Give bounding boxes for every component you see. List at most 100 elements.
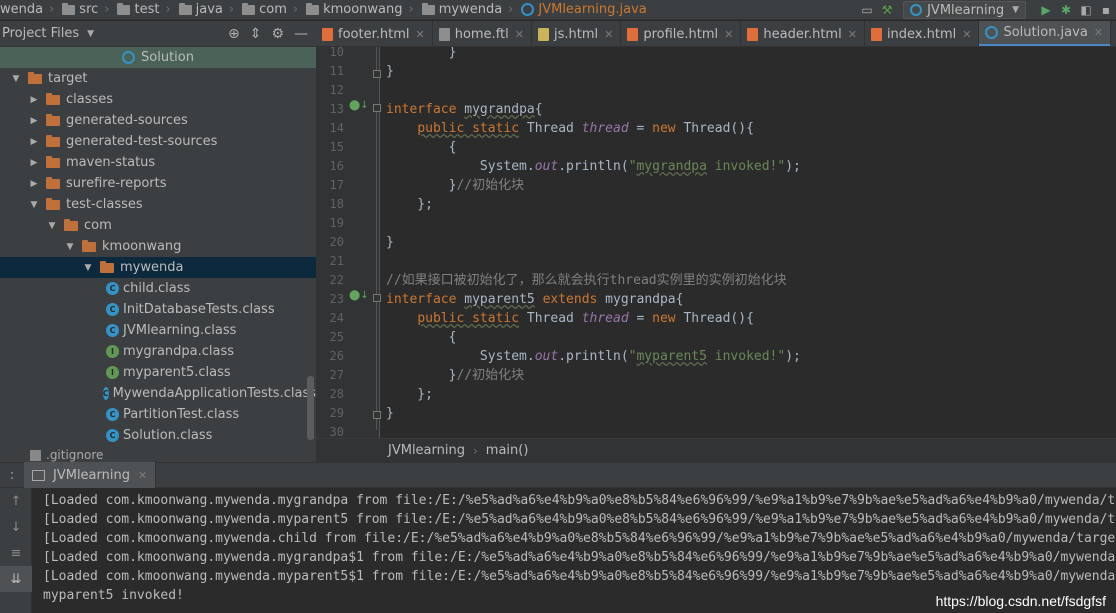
crumb-com[interactable]: com › [236,0,300,20]
tree-item[interactable]: ▼ target [0,68,316,89]
chevron-right-icon[interactable]: ▶ [28,158,40,168]
build-hammer-icon[interactable]: ⚒ [877,0,897,20]
solution-node[interactable]: Solution [0,47,316,68]
editor-tab[interactable]: index.html ✕ [865,21,980,46]
toolbar-right: ▭ ⚒ JVMlearning ▼ ▶ ✱ ◧ ▪ [857,0,1116,20]
gear-icon[interactable]: ⚙ [271,26,284,42]
close-icon[interactable]: ✕ [724,28,733,41]
crumb-active-file[interactable]: JVMlearning.java [515,0,648,20]
crumb-separator-icon: › [49,2,55,17]
tree-item[interactable]: C PartitionTest.class [0,404,316,425]
tree-item-label: maven-status [66,155,156,170]
chevron-down-icon[interactable]: ▼ [46,221,58,231]
breadcrumb-class[interactable]: JVMlearning [388,443,465,458]
tree-item-label: MywendaApplicationTests.class [112,386,316,401]
run-tab[interactable]: JVMlearning ✕ [24,462,157,488]
project-view-selector[interactable]: Project Files [2,26,79,41]
console-output[interactable]: [Loaded com.kmoonwang.mywenda.mygrandpa … [43,488,1116,605]
tree-item[interactable]: ▼ kmoonwang [0,236,316,257]
chevron-down-icon[interactable]: ▼ [10,74,22,84]
tree-item[interactable]: C InitDatabaseTests.class [0,299,316,320]
close-icon[interactable]: ✕ [1094,26,1103,39]
locate-icon[interactable]: ⊕ [228,26,240,42]
chevron-right-icon[interactable]: ▶ [28,116,40,126]
back-icon[interactable]: ▭ [857,0,877,20]
tree-item[interactable]: ▶ classes [0,89,316,110]
tree-item-label: surefire-reports [66,176,167,191]
chevron-down-icon[interactable]: ▼ [87,29,94,39]
implemented-marker-icon[interactable]: ⬤↓ [349,290,369,301]
editor-tab[interactable]: js.html ✕ [532,21,622,46]
chevron-right-icon[interactable]: ▶ [28,179,40,189]
tree-item[interactable]: ▶ generated-sources [0,110,316,131]
tree-item[interactable]: Imygrandpa.class [0,341,316,362]
code-editor[interactable]: ⬤↓ ⬤↓ 10 } 11} 12 13 interface mygrandpa{14 … [316,47,1116,438]
run-label-icon: : [9,467,15,483]
stop-icon[interactable]: ▪ [1096,0,1116,20]
crumb-java[interactable]: java › [173,0,236,20]
close-icon[interactable]: ✕ [138,469,147,482]
run-side-toolbar: ↑ ↓ ≡ ⇊ [0,488,32,613]
crumb-test[interactable]: test › [111,0,172,20]
debug-icon[interactable]: ✱ [1056,0,1076,20]
collapse-all-icon[interactable]: ⇕ [250,26,262,42]
close-icon[interactable]: ✕ [962,28,971,41]
crumb-label: java [195,2,223,17]
chevron-down-icon[interactable]: ▼ [64,242,76,252]
folder-icon [82,239,96,252]
tree-item-label: generated-test-sources [66,134,218,149]
run-icon[interactable]: ▶ [1036,0,1056,20]
tree-item[interactable]: ▶ maven-status [0,152,316,173]
editor-tab[interactable]: home.ftl ✕ [433,21,532,46]
tree-item-label: com [84,218,112,233]
tree-item[interactable]: ▶ surefire-reports [0,173,316,194]
close-icon[interactable]: ✕ [848,28,857,41]
tree-item[interactable]: Cchild.class [0,278,316,299]
code-text: //如果接口被初始化了，那么就会执行thread实例里的实例初始化块 [386,273,787,288]
project-tree-partial-row[interactable]: .gitignore [0,448,316,462]
tree-item[interactable]: ▼ mywenda [0,257,316,278]
fold-end-icon[interactable] [373,70,381,78]
editor-tab[interactable]: profile.html ✕ [621,21,742,46]
chevron-right-icon[interactable]: ▶ [28,95,40,105]
editor-tab[interactable]: header.html ✕ [741,21,865,46]
implemented-marker-icon[interactable]: ⬤↓ [349,100,369,111]
tree-item[interactable]: C Solution.class [0,425,316,446]
run-configuration-select[interactable]: JVMlearning ▼ [903,1,1026,19]
editor-tab[interactable]: footer.html ✕ [316,21,433,46]
fold-start-icon[interactable] [373,294,381,302]
tree-item[interactable]: Imyparent5.class [0,362,316,383]
watermark-text: https://blog.csdn.net/fsdgfsf [935,593,1106,609]
coverage-icon[interactable]: ◧ [1076,0,1096,20]
scroll-to-end-icon[interactable]: ⇊ [0,566,32,592]
fold-end-icon[interactable] [373,411,381,419]
soft-wrap-icon[interactable]: ≡ [0,540,32,566]
fold-start-icon[interactable] [373,104,381,112]
editor-tab[interactable]: JV [1111,21,1116,46]
tree-item[interactable]: ▼ com [0,215,316,236]
close-icon[interactable]: ✕ [515,28,524,41]
close-icon[interactable]: ✕ [415,28,424,41]
chevron-right-icon[interactable]: ▶ [28,137,40,147]
tree-item[interactable]: ▶ generated-test-sources [0,131,316,152]
chevron-down-icon[interactable]: ▼ [28,200,40,210]
crumb-project[interactable]: wenda › [0,0,56,20]
folder-icon [62,2,76,15]
tree-item[interactable]: C MywendaApplicationTests.class [0,383,316,404]
tree-item[interactable]: ▼ test-classes [0,194,316,215]
line-number: 19 [329,216,344,230]
scroll-up-icon[interactable]: ↑ [0,488,32,514]
scroll-down-icon[interactable]: ↓ [0,514,32,540]
crumb-kmoonwang[interactable]: kmoonwang › [300,0,416,20]
chevron-down-icon[interactable]: ▼ [82,263,94,273]
crumb-mywenda[interactable]: mywenda › [416,0,516,20]
html-file-icon [627,27,639,41]
hide-icon[interactable]: — [294,26,308,42]
crumb-src[interactable]: src › [56,0,111,20]
tree-item[interactable]: C JVMlearning.class [0,320,316,341]
crumb-separator-icon: › [104,2,110,17]
breadcrumb-method[interactable]: main() [486,443,529,458]
project-scrollbar[interactable] [307,376,314,440]
close-icon[interactable]: ✕ [604,28,613,41]
editor-tab[interactable]: Solution.java ✕ [979,21,1112,46]
